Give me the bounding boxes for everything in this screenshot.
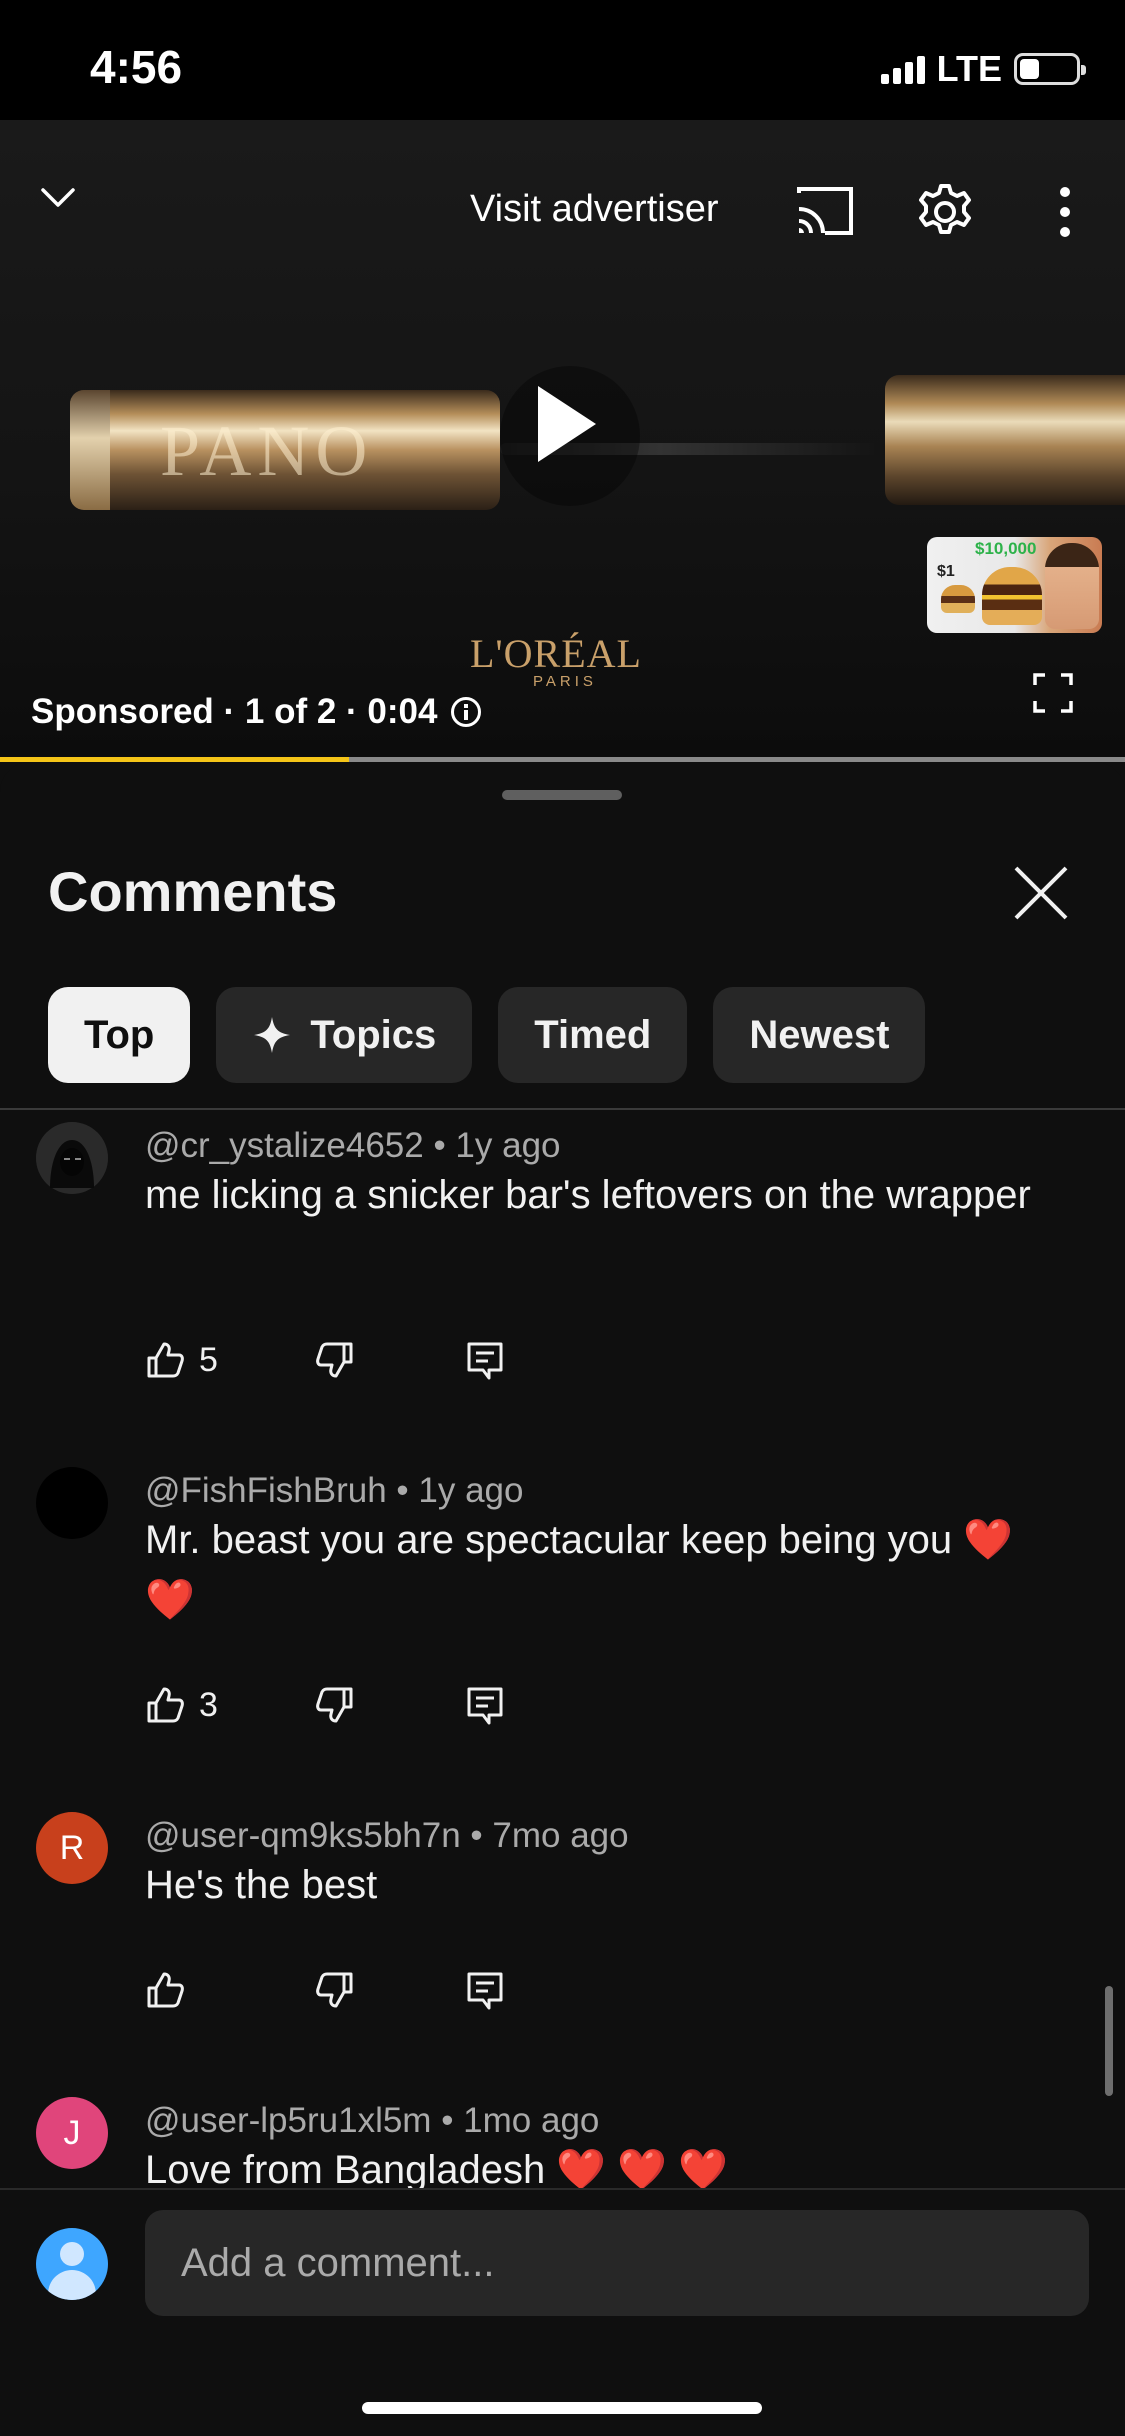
big-burger-image [982,567,1042,625]
reply-icon [467,1687,503,1725]
comments-list[interactable]: @cr_ystalize4652 • 1y ago me licking a s… [0,1110,1125,2188]
chip-topics[interactable]: Topics [216,987,473,1083]
reply-icon [467,1342,503,1380]
comment-age: 1y ago [455,1126,561,1165]
like-button[interactable]: 3 [145,1685,315,1725]
product-tube-image: PANO [70,390,500,510]
my-avatar [36,2228,108,2300]
comment-age: 1y ago [418,1471,524,1510]
network-label: LTE [936,48,1002,89]
chip-topics-label: Topics [310,1012,437,1057]
fullscreen-icon[interactable] [1033,673,1073,713]
reply-button[interactable] [465,1685,505,1725]
dislike-button[interactable] [315,1340,465,1380]
sort-chips: Top Topics Timed Newest [48,987,926,1083]
reply-button[interactable] [465,1970,505,2010]
signal-icon [880,54,925,84]
scrollbar[interactable] [1105,1986,1113,2096]
advertiser-logo: L'ORÉAL [470,631,642,676]
info-icon[interactable] [451,697,482,727]
product-cap-image [885,375,1125,505]
settings-gear-icon[interactable] [915,182,975,242]
reply-button[interactable] [465,1340,505,1380]
visit-advertiser-button[interactable]: Visit advertiser [470,188,719,231]
chevron-down-icon[interactable] [40,180,76,216]
thumbnail-price-text: $1 [937,563,955,580]
comment-text: me licking a snicker bar's leftovers on … [145,1173,1031,1217]
like-button[interactable]: 5 [145,1340,315,1380]
thumbs-down-icon [316,1342,353,1378]
comment-composer [0,2188,1125,2436]
ad-status: Sponsored · 1 of 2 · 0:04 [31,692,482,732]
thumbs-up-icon [147,1972,184,2008]
comment-actions: 3 [145,1685,505,1725]
avatar[interactable] [36,1122,108,1194]
comment-actions [145,1970,505,2010]
thumbnail-money-text: $10,000 [975,539,1037,558]
home-indicator[interactable] [362,2402,762,2414]
like-count: 3 [199,1685,218,1724]
avatar[interactable]: R [36,1812,108,1884]
comment-actions: 5 [145,1340,505,1380]
comment-meta: @FishFishBruh • 1y ago [145,1471,524,1510]
dislike-button[interactable] [315,1970,465,2010]
chip-timed[interactable]: Timed [498,987,688,1083]
like-count: 5 [199,1340,218,1379]
avatar-initial: J [63,2113,81,2152]
small-burger-image [941,585,975,613]
thumbs-down-icon [316,1972,353,2008]
chip-newest[interactable]: Newest [713,987,926,1083]
chip-timed-label: Timed [534,1012,652,1057]
video-player[interactable]: Visit advertiser PANO $10,000 $1 L'ORÉAL… [0,120,1125,760]
add-comment-input[interactable] [145,2210,1089,2316]
reply-icon [467,1972,503,2010]
comment-meta: @user-lp5ru1xl5m • 1mo ago [145,2101,600,2140]
status-indicators: LTE [880,48,1086,90]
product-lettering: PANO [160,411,374,491]
comment-author[interactable]: @FishFishBruh [145,1471,387,1510]
comment-author[interactable]: @user-qm9ks5bh7n [145,1816,461,1855]
comment-text: Love from Bangladesh ❤️ ❤️ ❤️ [145,2148,729,2188]
comment-age: 1mo ago [463,2101,600,2140]
comment-meta: @user-qm9ks5bh7n • 7mo ago [145,1816,629,1855]
battery-icon [1014,53,1086,85]
comment-author[interactable]: @user-lp5ru1xl5m [145,2101,431,2140]
status-bar: 4:56 LTE [0,0,1125,120]
avatar-initial: R [59,1828,85,1867]
comments-title: Comments [48,860,338,923]
thumbs-up-icon [147,1342,184,1378]
advertiser-logo-sub: PARIS [533,673,597,690]
avatar[interactable]: J [36,2097,108,2169]
chip-top-label: Top [84,1012,155,1057]
comment-meta: @cr_ystalize4652 • 1y ago [145,1126,561,1165]
dislike-button[interactable] [315,1685,465,1725]
avatar[interactable] [36,1467,108,1539]
comment-text: He's the best [145,1863,378,1907]
chip-top[interactable]: Top [48,987,191,1083]
thumbs-down-icon [316,1687,353,1723]
status-time: 4:56 [90,41,183,93]
creator-face-image [1045,543,1099,629]
cast-icon[interactable] [795,185,855,237]
thumbs-up-icon [147,1687,184,1723]
sponsored-label: Sponsored · 1 of 2 · 0:04 [31,692,438,731]
hooded-avatar-icon [36,1122,108,1194]
chip-newest-label: Newest [749,1012,890,1057]
play-icon[interactable] [538,386,596,462]
comments-sheet: Comments Top Topics Timed Newest @cr_yst… [0,762,1125,2436]
like-button[interactable] [145,1970,315,2010]
drag-handle[interactable] [502,790,622,800]
next-video-thumbnail[interactable]: $10,000 $1 [927,537,1102,633]
more-vert-icon[interactable] [1050,182,1080,242]
comment-author[interactable]: @cr_ystalize4652 [145,1126,424,1165]
comment-age: 7mo ago [492,1816,629,1855]
comment-text: Mr. beast you are spectacular keep being… [145,1518,1014,1622]
close-icon[interactable] [1010,862,1072,924]
sparkle-icon [254,1017,291,1053]
